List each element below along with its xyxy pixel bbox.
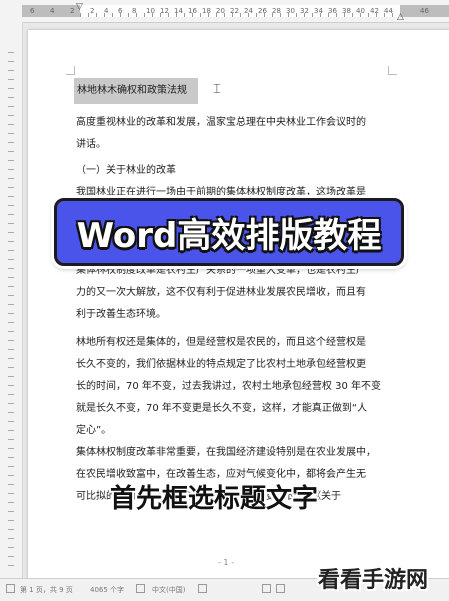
macro-record-icon[interactable] bbox=[198, 584, 207, 593]
horizontal-ruler[interactable]: 6 4 2 2 4 6 8 10 12 14 16 18 20 22 24 26 28 30 32 34 36 38 40 4… bbox=[0, 0, 449, 23]
proofing-icon[interactable] bbox=[136, 584, 145, 593]
ruler-number: 10 bbox=[146, 7, 155, 15]
paragraph-line: 力的又一次大解放，这不仅有利于促进林业发展农民增收，而且有 bbox=[76, 287, 366, 298]
vertical-ruler-ticks bbox=[8, 52, 14, 572]
ruler-number: 22 bbox=[230, 7, 239, 15]
document-icon bbox=[6, 584, 15, 593]
ruler-number: 4 bbox=[104, 7, 109, 15]
ruler-number: 12 bbox=[160, 7, 169, 15]
tutorial-banner-text: Word高效排版教程 bbox=[76, 215, 382, 256]
page-number: - 1 - bbox=[218, 558, 234, 567]
paragraph[interactable]: （一）关于林业的改革 bbox=[76, 160, 391, 182]
text-cursor-icon: ⌶ bbox=[213, 82, 221, 97]
tutorial-banner: Word高效排版教程 bbox=[54, 198, 404, 266]
paragraph-line: 林地所有权还是集体的，但是经营权是农民的，而且这个经营权是 bbox=[76, 337, 366, 348]
ruler-number: 2 bbox=[90, 7, 95, 15]
tutorial-caption: 首先框选标题文字 bbox=[110, 484, 319, 514]
ruler-number: 34 bbox=[314, 7, 323, 15]
indent-marker-icon[interactable]: ▽ bbox=[76, 3, 83, 12]
language-indicator[interactable]: 中文(中国) bbox=[152, 585, 185, 595]
margin-corner-mark bbox=[66, 66, 75, 75]
paragraph-line: 讲话。 bbox=[76, 139, 106, 150]
ruler-number: 16 bbox=[188, 7, 197, 15]
paragraph[interactable]: 集体林权制度改革是农村生产关系的一项重大变革，也是农村生产 力的又一次大解放，这不… bbox=[76, 260, 391, 326]
ruler-number: 30 bbox=[286, 7, 295, 15]
ruler-number: 46 bbox=[420, 7, 429, 15]
ruler-number: 36 bbox=[328, 7, 337, 15]
site-watermark: 看看手游网 bbox=[318, 568, 429, 593]
ruler-number: 20 bbox=[216, 7, 225, 15]
vertical-ruler[interactable] bbox=[0, 22, 23, 578]
ruler-number: 8 bbox=[132, 7, 137, 15]
ruler-number: 42 bbox=[370, 7, 379, 15]
paragraph-line: 定心”。 bbox=[76, 425, 112, 436]
ruler-number: 32 bbox=[300, 7, 309, 15]
ruler-number: 26 bbox=[258, 7, 267, 15]
ruler-number: 14 bbox=[174, 7, 183, 15]
paragraph-line: 长久不变的，我们依据林业的特点规定了比农村土地承包经营权更 bbox=[76, 359, 366, 370]
paragraph-line: 高度重视林业的改革和发展，温家宝总理在中央林业工作会议时的 bbox=[76, 117, 366, 128]
paragraph-line: 就是长久不变，70 年不变更是长久不变，这样，才能真正做到“人 bbox=[76, 403, 368, 414]
ruler-number: 6 bbox=[30, 7, 35, 15]
paragraph[interactable]: 林地所有权还是集体的，但是经营权是农民的，而且这个经营权是 长久不变的，我们依据林… bbox=[76, 332, 391, 442]
ruler-number: 24 bbox=[244, 7, 253, 15]
document-title[interactable]: 林地林木确权和政策法规 bbox=[77, 80, 187, 102]
ruler-numbers: 6 4 2 2 4 6 8 10 12 14 16 18 20 22 24 26 28 30 32 34 36 38 40 4… bbox=[0, 6, 449, 18]
paragraph-line: 集体林权制度改革非常重要，在我国经济建设特别是在农业发展中， bbox=[76, 447, 376, 458]
paragraph-line: （一）关于林业的改革 bbox=[76, 165, 176, 176]
ruler-number: 6 bbox=[118, 7, 123, 15]
page-info[interactable]: 第 1 页，共 9 页 bbox=[20, 585, 73, 595]
print-layout-icon[interactable] bbox=[276, 584, 285, 593]
right-indent-marker-icon[interactable]: △ bbox=[397, 13, 404, 22]
read-mode-icon[interactable] bbox=[262, 584, 271, 593]
ruler-number: 4 bbox=[50, 7, 55, 15]
ruler-number: 2 bbox=[70, 7, 75, 15]
ruler-number: 40 bbox=[356, 7, 365, 15]
margin-corner-mark bbox=[388, 66, 397, 75]
ruler-number: 18 bbox=[202, 7, 211, 15]
ruler-number: 44 bbox=[384, 7, 393, 15]
ruler-number: 38 bbox=[342, 7, 351, 15]
word-count[interactable]: 4065 个字 bbox=[90, 585, 124, 595]
paragraph-line: 长的时间，70 年不变，过去我讲过，农村土地承包经营权 30 年不变 bbox=[76, 381, 381, 392]
ruler-number: 28 bbox=[272, 7, 281, 15]
paragraph[interactable]: 高度重视林业的改革和发展，温家宝总理在中央林业工作会议时的 讲话。 bbox=[76, 112, 391, 156]
paragraph-line: 利于改善生态环境。 bbox=[76, 309, 166, 320]
